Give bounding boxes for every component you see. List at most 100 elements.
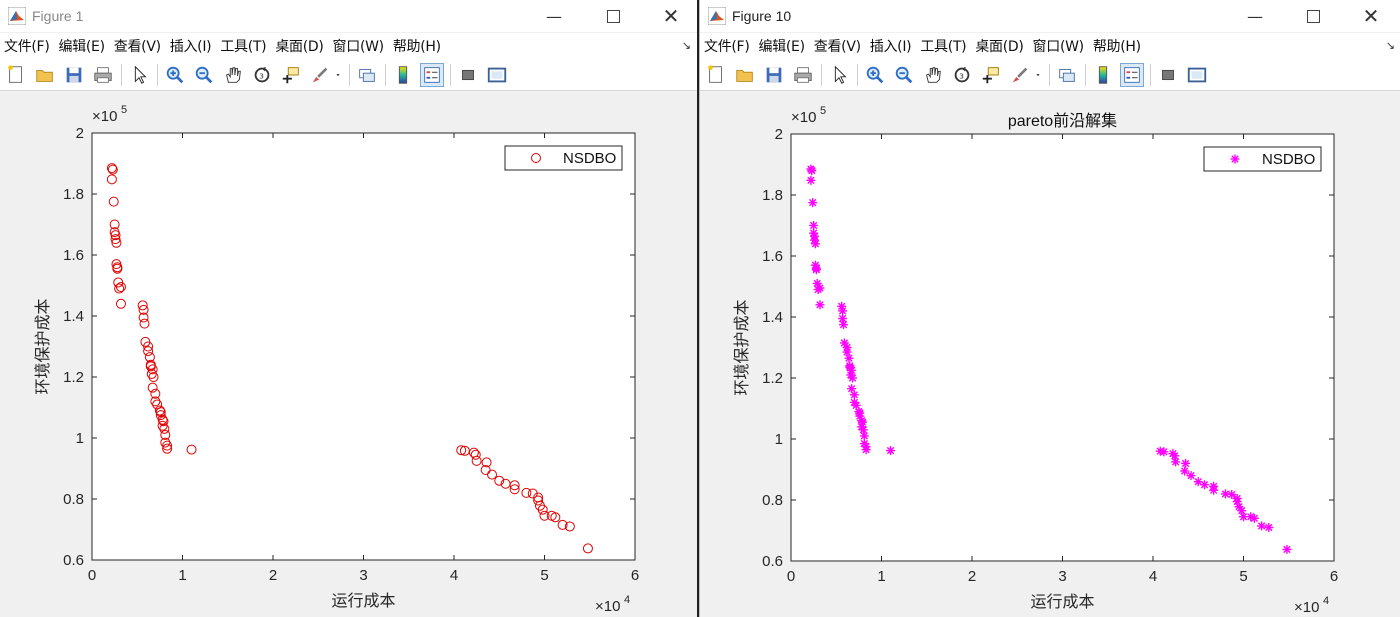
figure-canvas[interactable]: 0 1 2 3 4 5 6 0.6 0.8 1 1.2 1.4 1.6 1.8 2 ×10 5 ×10 4 运行成本 环… <box>700 92 1400 617</box>
save-button[interactable] <box>762 63 786 87</box>
close-button[interactable]: ✕ <box>648 0 694 32</box>
zoom-in-icon <box>866 66 884 83</box>
new-figure-button[interactable] <box>704 63 728 87</box>
print-icon <box>94 66 112 83</box>
select-pointer-button[interactable] <box>827 63 851 87</box>
pan-hand-button[interactable] <box>221 63 245 87</box>
matlab-logo-icon <box>708 7 726 25</box>
open-file-icon <box>736 69 753 82</box>
menu-bar: 文件(F) 编辑(E) 查看(V) 插入(I) 工具(T) 桌面(D) 窗口(W… <box>0 33 697 59</box>
menu-help[interactable]: 帮助(H) <box>1093 36 1141 56</box>
legend[interactable]: NSDBO <box>1203 146 1322 172</box>
show-plot-tools-button[interactable] <box>1185 63 1209 87</box>
zoom-out-button[interactable] <box>192 63 216 87</box>
save-button[interactable] <box>62 63 86 87</box>
legend-button[interactable] <box>1120 62 1144 87</box>
data-point <box>807 166 817 176</box>
menu-tools[interactable]: 工具(T) <box>220 36 266 56</box>
y-tick-label: 0.6 <box>762 553 783 570</box>
new-figure-button[interactable] <box>4 63 28 87</box>
x-tick-label: 5 <box>540 567 548 584</box>
close-icon: ✕ <box>1362 4 1380 28</box>
menu-edit[interactable]: 编辑(E) <box>758 36 805 56</box>
data-cursor-button[interactable] <box>979 63 1003 87</box>
close-button[interactable]: ✕ <box>1348 0 1394 32</box>
menu-file[interactable]: 文件(F) <box>704 36 750 56</box>
x-tick-label: 3 <box>359 567 367 584</box>
print-button[interactable] <box>91 63 115 87</box>
brush-dropdown-icon <box>336 73 340 76</box>
minimize-button[interactable]: — <box>531 0 577 32</box>
hide-plot-tools-button[interactable] <box>456 63 480 87</box>
menu-window[interactable]: 窗口(W) <box>333 36 385 56</box>
y-tick-label: 0.8 <box>762 492 783 509</box>
brush-dropdown-button[interactable] <box>1033 63 1043 87</box>
x-exponent-label: ×10 <box>595 598 620 615</box>
menu-help[interactable]: 帮助(H) <box>393 36 441 56</box>
dock-arrow-icon[interactable]: ↘ <box>1386 39 1395 52</box>
minimize-icon: — <box>1247 6 1263 26</box>
x-tick-label: 4 <box>450 567 458 584</box>
zoom-in-button[interactable] <box>163 63 187 87</box>
data-point <box>844 353 854 363</box>
brush-dropdown-button[interactable] <box>333 63 343 87</box>
brush-button[interactable] <box>1008 63 1032 87</box>
menu-insert[interactable]: 插入(I) <box>870 36 912 56</box>
open-file-button[interactable] <box>33 63 57 87</box>
y-exponent-label: ×10 <box>92 108 117 125</box>
menu-tools[interactable]: 工具(T) <box>920 36 966 56</box>
y-tick-label: 2 <box>775 126 783 143</box>
data-point <box>1264 522 1274 532</box>
zoom-in-button[interactable] <box>863 63 887 87</box>
zoom-out-button[interactable] <box>892 63 916 87</box>
figure-window-1: Figure 1 — ✕ 文件(F) 编辑(E) 查看(V) 插入(I) 工具(… <box>0 0 697 617</box>
y-tick-label: 2 <box>76 125 84 142</box>
pan-hand-icon <box>226 66 241 83</box>
y-axis-label: 环境保护成本 <box>33 298 52 394</box>
toolbar-separator <box>1049 63 1050 86</box>
show-plot-tools-button[interactable] <box>485 63 509 87</box>
colorbar-button[interactable] <box>391 63 415 87</box>
toolbar-separator <box>1085 63 1086 86</box>
title-bar[interactable]: Figure 1 — ✕ <box>0 0 697 32</box>
data-point <box>1227 490 1237 500</box>
legend[interactable]: NSDBO <box>504 145 623 171</box>
zoom-in-icon <box>166 66 184 83</box>
menu-desktop[interactable]: 桌面(D) <box>975 36 1024 56</box>
scatter-chart: 0 1 2 3 4 5 6 0.6 0.8 1 1.2 1.4 1.6 1.8 2 ×10 5 ×10 4 运行成本 环… <box>33 104 639 615</box>
figure-canvas[interactable]: 0 1 2 3 4 5 6 0.6 0.8 1 1.2 1.4 1.6 1.8 2 ×10 5 ×10 4 运行成本 环… <box>0 92 697 617</box>
select-pointer-button[interactable] <box>127 63 151 87</box>
x-tick-label: 6 <box>631 567 639 584</box>
menu-view[interactable]: 查看(V) <box>114 36 161 56</box>
menu-edit[interactable]: 编辑(E) <box>58 36 105 56</box>
pan-hand-button[interactable] <box>921 63 945 87</box>
data-cursor-button[interactable] <box>279 63 303 87</box>
rotate-3d-button[interactable]: 3 <box>250 63 274 87</box>
hide-plot-tools-button[interactable] <box>1156 63 1180 87</box>
print-button[interactable] <box>791 63 815 87</box>
menu-desktop[interactable]: 桌面(D) <box>275 36 324 56</box>
dock-arrow-icon[interactable]: ↘ <box>682 39 691 52</box>
legend-button[interactable] <box>420 62 444 87</box>
rotate-3d-button[interactable]: 3 <box>950 63 974 87</box>
menu-insert[interactable]: 插入(I) <box>170 36 212 56</box>
title-bar[interactable]: Figure 10 — ✕ <box>700 0 1400 32</box>
open-file-button[interactable] <box>733 63 757 87</box>
link-plot-button[interactable] <box>1055 63 1079 87</box>
brush-button[interactable] <box>308 63 332 87</box>
data-point <box>806 175 816 185</box>
maximize-button[interactable] <box>590 0 636 32</box>
save-icon <box>66 67 82 82</box>
link-plot-button[interactable] <box>355 63 379 87</box>
menu-window[interactable]: 窗口(W) <box>1033 36 1085 56</box>
colorbar-button[interactable] <box>1091 63 1115 87</box>
data-point <box>1180 466 1190 476</box>
y-exponent-label: ×10 <box>791 109 816 126</box>
maximize-button[interactable] <box>1290 0 1336 32</box>
toolbar: 3 <box>0 59 697 91</box>
colorbar-icon <box>398 65 408 84</box>
menu-view[interactable]: 查看(V) <box>814 36 861 56</box>
minimize-button[interactable]: — <box>1232 0 1278 32</box>
menu-file[interactable]: 文件(F) <box>4 36 50 56</box>
plot-area <box>91 132 636 561</box>
